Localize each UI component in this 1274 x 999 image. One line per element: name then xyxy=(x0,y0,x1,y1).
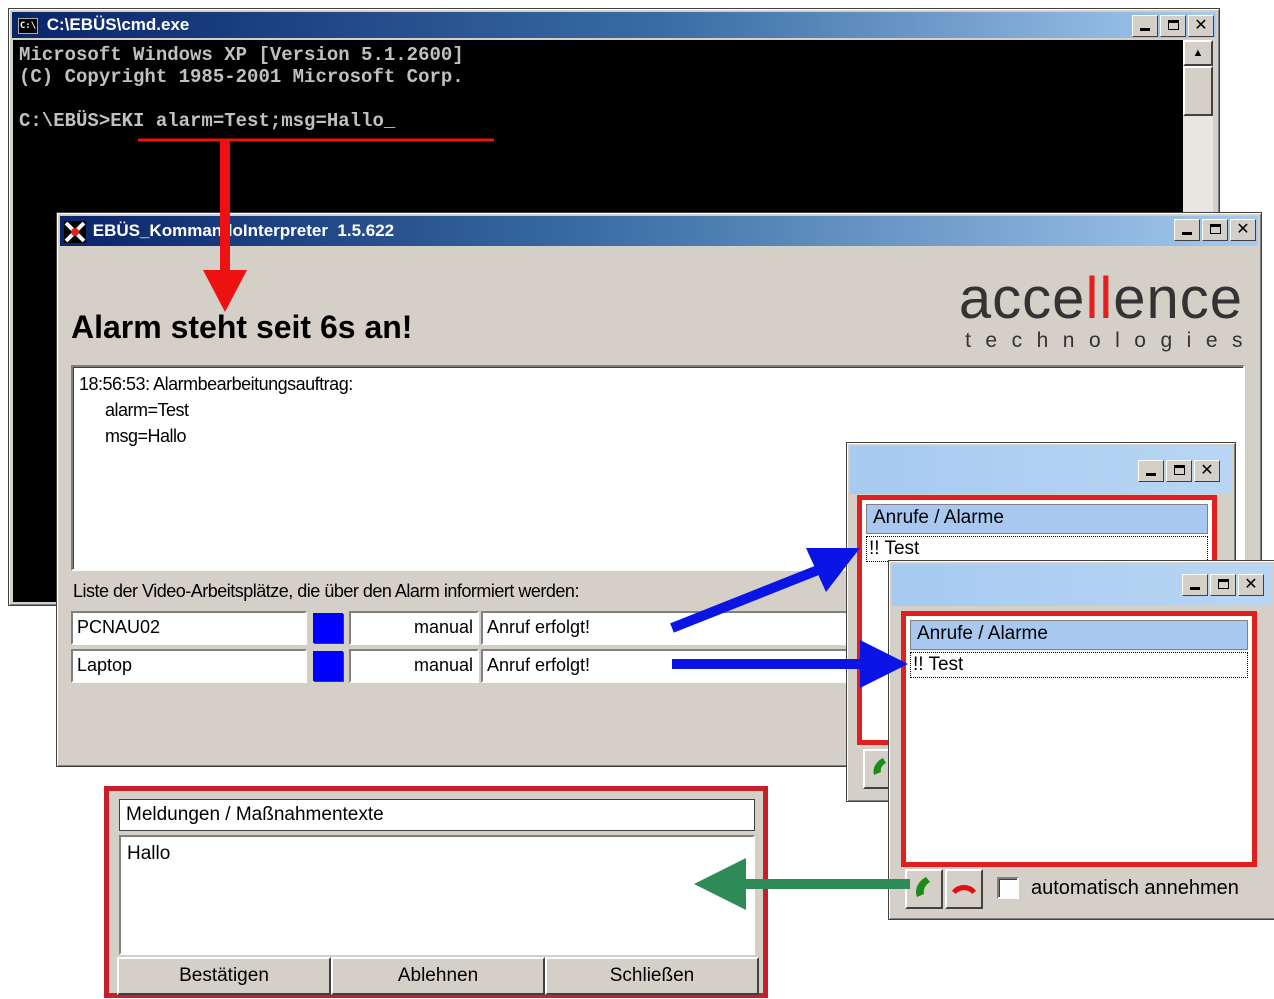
maximize-button[interactable] xyxy=(1160,15,1186,37)
logo-text-pre: acce xyxy=(958,266,1086,331)
log-line-2: alarm=Test xyxy=(105,400,189,420)
maximize-button[interactable] xyxy=(1202,219,1228,241)
calls-list-header: Anrufe / Alarme xyxy=(866,504,1208,534)
reject-button[interactable]: Ablehnen xyxy=(331,957,545,995)
workstation-name: Laptop xyxy=(71,649,307,683)
logo-subtext: technologies xyxy=(965,329,1257,352)
console-blank xyxy=(19,88,1177,110)
auto-accept-checkbox[interactable] xyxy=(997,877,1019,899)
close-button[interactable]: ✕ xyxy=(1230,219,1256,241)
close-messages-button[interactable]: Schließen xyxy=(545,957,759,995)
eki-app-icon xyxy=(64,220,86,243)
status-indicator xyxy=(313,613,343,643)
minimize-button[interactable] xyxy=(1174,219,1200,241)
status-indicator xyxy=(313,651,343,681)
calls-list-header: Anrufe / Alarme xyxy=(910,620,1248,650)
eki-title-a: EBÜS_Kom xyxy=(92,221,188,240)
cmd-titlebar[interactable]: C:\ C:\EBÜS\cmd.exe ✕ xyxy=(12,12,1216,38)
alarm-popup-2: ✕ Anrufe / Alarme !! Test automatisch an… xyxy=(888,560,1274,920)
workstation-name: PCNAU02 xyxy=(71,611,307,645)
cmd-app-icon: C:\ xyxy=(18,17,38,34)
workstation-list-label: Liste der Video-Arbeitsplätze, die über … xyxy=(73,581,579,601)
console-cursor: _ xyxy=(383,110,396,132)
close-button[interactable]: ✕ xyxy=(1194,460,1220,482)
maximize-button[interactable] xyxy=(1210,574,1236,596)
eki-title-b: mandoInterpreter 1.5.622 xyxy=(187,221,395,240)
console-line-1: Microsoft Windows XP [Version 5.1.2600] xyxy=(19,44,464,66)
workstation-mode: manual xyxy=(349,649,479,683)
log-line-1: 18:56:53: Alarmbearbeitungsauftrag: xyxy=(79,374,353,394)
console-command: EKI alarm=Test;msg=Hallo xyxy=(110,110,384,132)
workstation-mode: manual xyxy=(349,611,479,645)
auto-accept-label: automatisch annehmen xyxy=(1031,877,1239,899)
accept-call-button[interactable] xyxy=(905,869,943,909)
alarm-heading: Alarm steht seit 6s an! xyxy=(71,309,413,345)
workstation-status: Anruf erfolgt! xyxy=(481,649,851,683)
minimize-button[interactable] xyxy=(1138,460,1164,482)
phone-hangup-icon xyxy=(952,885,976,894)
console-line-2: (C) Copyright 1985-2001 Microsoft Corp. xyxy=(19,66,464,88)
reject-call-button[interactable] xyxy=(945,869,983,909)
popup2-frame: Anrufe / Alarme !! Test xyxy=(901,611,1257,867)
calls-list-item[interactable]: !! Test xyxy=(866,536,1208,562)
messages-text[interactable]: Hallo xyxy=(119,835,755,955)
close-button[interactable]: ✕ xyxy=(1238,574,1264,596)
minimize-button[interactable] xyxy=(1132,15,1158,37)
logo-text-post: ence xyxy=(1113,266,1243,331)
calls-list-item[interactable]: !! Test xyxy=(910,652,1248,678)
popup2-titlebar[interactable]: ✕ xyxy=(892,564,1272,606)
minimize-button[interactable] xyxy=(1182,574,1208,596)
messages-frame: Meldungen / Maßnahmentexte Hallo Bestäti… xyxy=(104,786,768,998)
scroll-thumb[interactable] xyxy=(1183,66,1213,116)
maximize-button[interactable] xyxy=(1166,460,1192,482)
close-button[interactable]: ✕ xyxy=(1188,15,1214,37)
console-prompt: C:\EBÜS> xyxy=(19,110,111,132)
popup1-titlebar[interactable]: ✕ xyxy=(850,446,1232,494)
eki-titlebar[interactable]: EBÜS_KommandoInterpreter 1.5.622 ✕ xyxy=(60,216,1258,246)
workstation-status: Anruf erfolgt! xyxy=(481,611,851,645)
confirm-button[interactable]: Bestätigen xyxy=(117,957,331,995)
console-prompt-line: C:\EBÜS>EKI alarm=Test;msg=Hallo_ xyxy=(19,110,1177,132)
accellence-logo: accellence technologies xyxy=(933,269,1243,359)
messages-window: Meldungen / Maßnahmentexte Hallo Bestäti… xyxy=(104,786,768,998)
messages-header: Meldungen / Maßnahmentexte xyxy=(119,799,755,831)
phone-accept-icon xyxy=(916,877,930,897)
logo-text-mid: ll xyxy=(1085,266,1114,331)
cmd-title: C:\EBÜS\cmd.exe xyxy=(46,15,190,34)
scroll-up-button[interactable]: ▲ xyxy=(1183,40,1213,66)
